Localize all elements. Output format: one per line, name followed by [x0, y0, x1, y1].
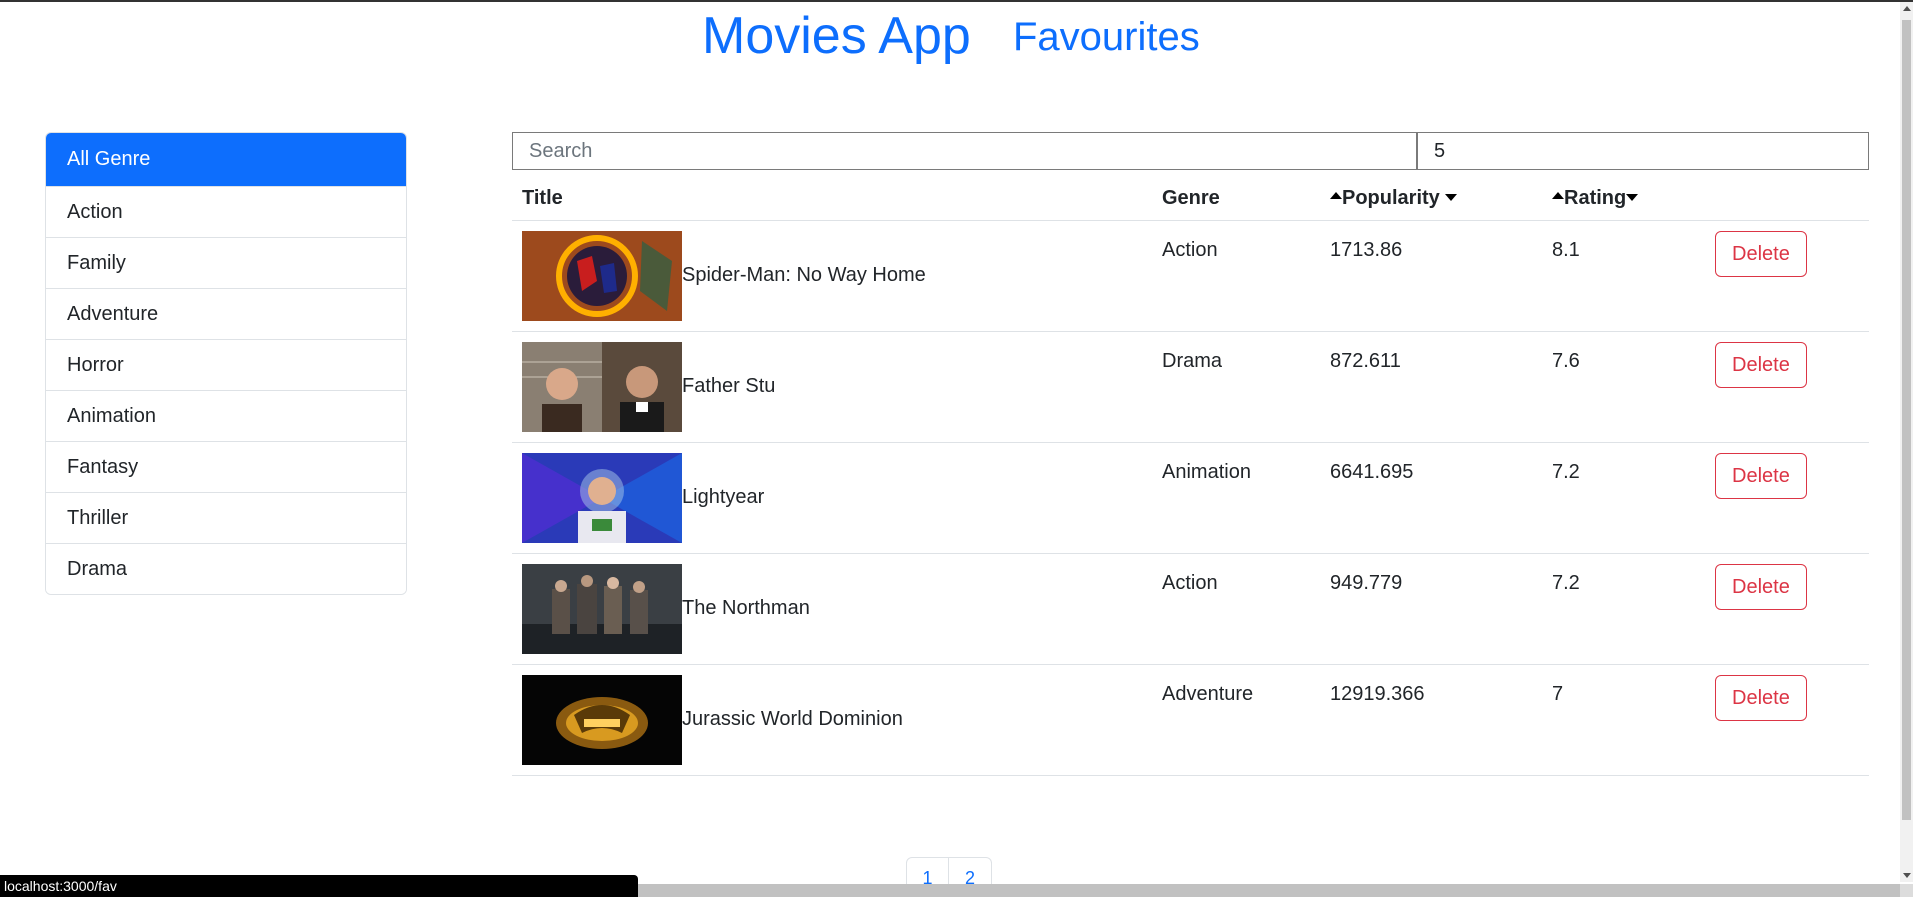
brand-link[interactable]: Movies App: [702, 6, 971, 66]
header-rating-label: Rating: [1564, 187, 1627, 210]
header-genre: Genre: [1152, 178, 1320, 221]
title-cell: Lightyear: [512, 442, 1152, 554]
status-bar-url: localhost:3000/fav: [0, 875, 638, 897]
genre-cell: Action: [1152, 553, 1320, 665]
search-row: [512, 132, 1869, 170]
popularity-cell: 949.779: [1320, 553, 1542, 665]
sort-up-icon[interactable]: [1330, 192, 1342, 200]
rating-cell: 7.2: [1542, 553, 1705, 665]
title-cell: Jurassic World Dominion: [512, 664, 1152, 776]
table-row: Spider-Man: No Way Home Action 1713.86 8…: [512, 220, 1869, 332]
movie-poster-image: [522, 563, 682, 654]
genre-item-action[interactable]: Action: [46, 186, 406, 237]
genre-item-all[interactable]: All Genre: [46, 133, 406, 186]
genre-list: All Genre Action Family Adventure Horror…: [45, 132, 407, 595]
scroll-down-arrow-icon[interactable]: [1903, 873, 1911, 878]
movie-poster-image: [522, 674, 682, 765]
genre-item-fantasy[interactable]: Fantasy: [46, 441, 406, 492]
action-cell: Delete: [1705, 331, 1869, 443]
genre-item-horror[interactable]: Horror: [46, 339, 406, 390]
search-input[interactable]: [512, 132, 1417, 170]
delete-button[interactable]: Delete: [1715, 452, 1807, 499]
navbar: Movies App Favourites: [0, 4, 1900, 74]
popularity-cell: 6641.695: [1320, 442, 1542, 554]
rating-cell: 7.6: [1542, 331, 1705, 443]
movie-poster-image: [522, 341, 682, 432]
movie-table: Title Genre Popularity Rating Spider-Man…: [512, 178, 1869, 776]
title-cell: Spider-Man: No Way Home: [512, 220, 1152, 332]
header-popularity: Popularity: [1320, 178, 1542, 221]
delete-button[interactable]: Delete: [1715, 341, 1807, 388]
table-row: Jurassic World Dominion Adventure 12919.…: [512, 664, 1869, 776]
rating-cell: 7.2: [1542, 442, 1705, 554]
header-action: [1705, 178, 1869, 221]
scroll-up-arrow-icon[interactable]: [1903, 6, 1911, 11]
genre-cell: Drama: [1152, 331, 1320, 443]
vertical-scrollbar[interactable]: [1900, 2, 1913, 882]
delete-button[interactable]: Delete: [1715, 563, 1807, 610]
horizontal-scrollbar[interactable]: [638, 884, 1900, 897]
genre-item-adventure[interactable]: Adventure: [46, 288, 406, 339]
sort-down-icon[interactable]: [1445, 194, 1458, 202]
sort-down-icon[interactable]: [1626, 194, 1639, 202]
title-cell: The Northman: [512, 553, 1152, 665]
rating-cell: 7: [1542, 664, 1705, 776]
window-top-border: [0, 0, 1913, 2]
genre-cell: Animation: [1152, 442, 1320, 554]
genre-item-family[interactable]: Family: [46, 237, 406, 288]
movie-title: Father Stu: [682, 375, 776, 397]
rows-count-input[interactable]: [1417, 132, 1869, 170]
vertical-scroll-thumb[interactable]: [1902, 20, 1911, 820]
movie-poster-image: [522, 230, 682, 321]
action-cell: Delete: [1705, 220, 1869, 332]
table-row: The Northman Action 949.779 7.2 Delete: [512, 553, 1869, 665]
movie-title: Jurassic World Dominion: [682, 708, 903, 730]
genre-cell: Adventure: [1152, 664, 1320, 776]
action-cell: Delete: [1705, 553, 1869, 665]
scrollbar-corner: [1900, 884, 1913, 897]
popularity-cell: 872.611: [1320, 331, 1542, 443]
header-rating: Rating: [1542, 178, 1705, 221]
genre-item-animation[interactable]: Animation: [46, 390, 406, 441]
popularity-cell: 1713.86: [1320, 220, 1542, 332]
favourites-link[interactable]: Favourites: [1013, 12, 1200, 62]
movie-title: Lightyear: [682, 486, 765, 508]
header-title: Title: [512, 178, 1152, 221]
table-row: Father Stu Drama 872.611 7.6 Delete: [512, 331, 1869, 443]
table-row: Lightyear Animation 6641.695 7.2 Delete: [512, 442, 1869, 554]
rating-cell: 8.1: [1542, 220, 1705, 332]
delete-button[interactable]: Delete: [1715, 674, 1807, 721]
title-cell: Father Stu: [512, 331, 1152, 443]
header-popularity-label: Popularity: [1342, 187, 1440, 210]
movie-title: The Northman: [682, 597, 810, 619]
movie-poster-image: [522, 452, 682, 543]
popularity-cell: 12919.366: [1320, 664, 1542, 776]
delete-button[interactable]: Delete: [1715, 230, 1807, 277]
genre-item-thriller[interactable]: Thriller: [46, 492, 406, 543]
genre-cell: Action: [1152, 220, 1320, 332]
action-cell: Delete: [1705, 664, 1869, 776]
table-header-row: Title Genre Popularity Rating: [512, 178, 1869, 221]
genre-item-drama[interactable]: Drama: [46, 543, 406, 594]
action-cell: Delete: [1705, 442, 1869, 554]
movie-title: Spider-Man: No Way Home: [682, 264, 926, 286]
sort-up-icon[interactable]: [1552, 192, 1564, 200]
